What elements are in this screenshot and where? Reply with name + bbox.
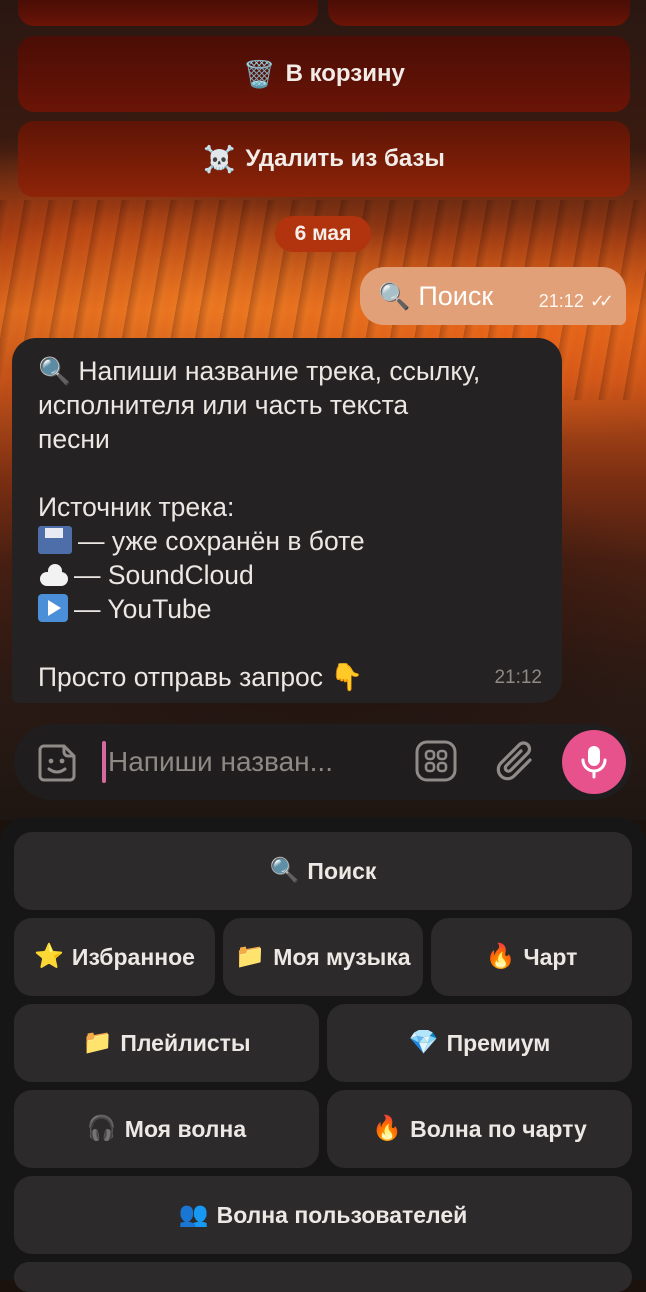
message-input[interactable]	[104, 740, 398, 784]
pointing-down-icon: 👇	[330, 662, 364, 692]
message-time: 21:12	[494, 667, 542, 688]
skull-icon: ☠️	[203, 144, 236, 174]
search-button[interactable]: 🔍 Поиск	[14, 832, 632, 910]
source-line: — уже сохранён в боте	[38, 524, 536, 558]
incoming-message[interactable]: 🔍 Напиши название трека, ссылку, исполни…	[12, 338, 562, 703]
delete-from-db-button[interactable]: ☠️ Удалить из базы	[18, 121, 630, 197]
sticker-icon[interactable]	[36, 742, 78, 784]
folder-icon: 📁	[82, 1029, 113, 1056]
message-input-bar	[14, 724, 632, 800]
play-button-icon	[38, 594, 68, 622]
read-checkmarks-icon: ✓✓	[589, 290, 614, 311]
message-line: Источник трека:	[38, 492, 235, 522]
fire-icon: 🔥	[485, 943, 516, 970]
bot-keyboard-icon[interactable]	[414, 739, 458, 783]
outgoing-message[interactable]: 🔍 Поиск 21:12 ✓✓	[360, 267, 626, 325]
message-time: 21:12	[538, 290, 584, 311]
fire-icon: 🔥	[372, 1115, 403, 1142]
message-line: 🔍 Напиши название трека, ссылку,	[38, 356, 481, 386]
my-music-button[interactable]: 📁 Моя музыка	[223, 918, 423, 996]
headphones-icon: 🎧	[86, 1115, 117, 1142]
trash-icon: 🗑️	[243, 59, 276, 89]
message-line: песни	[38, 424, 110, 454]
favorites-button[interactable]: ⭐ Избранное	[14, 918, 215, 996]
move-to-trash-label: В корзину	[285, 60, 405, 87]
star-icon: ⭐	[34, 943, 64, 970]
message-line: исполнителя или часть текста	[38, 390, 409, 420]
date-separator: 6 мая	[275, 216, 371, 252]
users-icon: 👥	[178, 1201, 209, 1228]
message-meta: 21:12 ✓✓	[538, 281, 614, 312]
keyboard-button-partial[interactable]	[14, 1262, 632, 1292]
source-line: — SoundCloud	[38, 558, 536, 592]
playlists-button[interactable]: 📁 Плейлисты	[14, 1004, 319, 1082]
search-icon: 🔍	[38, 356, 71, 386]
paperclip-icon[interactable]	[494, 738, 538, 784]
my-wave-button[interactable]: 🎧 Моя волна	[14, 1090, 319, 1168]
users-wave-button[interactable]: 👥 Волна пользователей	[14, 1176, 632, 1254]
chart-wave-button[interactable]: 🔥 Волна по чарту	[327, 1090, 632, 1168]
microphone-icon	[581, 746, 607, 779]
inline-button-partial-right[interactable]	[328, 0, 630, 26]
cloud-icon	[38, 560, 68, 588]
search-icon: 🔍	[378, 281, 411, 311]
source-line: — YouTube	[38, 592, 536, 626]
gem-icon: 💎	[408, 1029, 439, 1056]
floppy-disk-icon	[38, 526, 72, 554]
chart-button[interactable]: 🔥 Чарт	[431, 918, 632, 996]
move-to-trash-button[interactable]: 🗑️ В корзину	[18, 36, 630, 112]
premium-button[interactable]: 💎 Премиум	[327, 1004, 632, 1082]
search-icon: 🔍	[269, 857, 300, 884]
delete-from-db-label: Удалить из базы	[245, 145, 445, 172]
inline-button-partial-left[interactable]	[18, 0, 318, 26]
voice-record-button[interactable]	[562, 730, 626, 794]
outgoing-message-text: Поиск	[418, 280, 494, 311]
folder-icon: 📁	[235, 943, 266, 970]
message-line: Просто отправь запрос 👇	[38, 662, 364, 692]
